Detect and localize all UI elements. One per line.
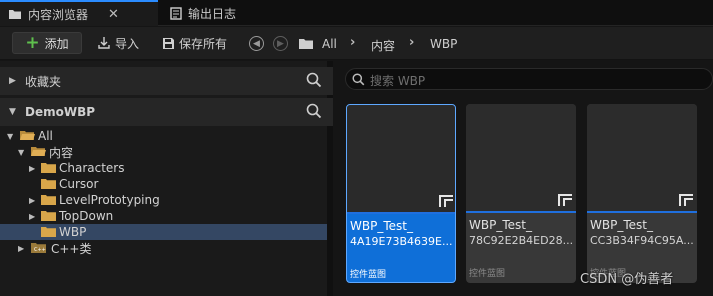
tree-item-content[interactable]: ▼ 内容 [0, 144, 327, 160]
forward-icon[interactable]: ▶ [273, 36, 288, 51]
chevron-right-icon[interactable]: ▶ [18, 244, 24, 253]
asset-type-bar [347, 212, 455, 214]
search-icon [352, 73, 365, 86]
tree-item-cpp-classes[interactable]: ▶ C++ C++类 [0, 240, 327, 256]
search-input[interactable]: 搜索 WBP [345, 68, 713, 90]
tree-label: C++类 [51, 241, 92, 256]
folder-icon [41, 163, 56, 173]
close-icon[interactable]: ✕ [108, 7, 119, 22]
tab-label: 内容浏览器 [28, 7, 89, 22]
chevron-right-icon[interactable]: ▶ [29, 164, 35, 173]
folder-icon [41, 211, 56, 221]
chevron-right-icon[interactable]: › [409, 35, 414, 50]
save-all-label: 保存所有 [179, 36, 228, 51]
add-label: 添加 [44, 36, 69, 51]
chevron-right-icon[interactable]: ▶ [29, 196, 35, 205]
svg-text:C++: C++ [34, 247, 46, 253]
folder-open-icon [20, 131, 35, 140]
asset-name-line2: 4A19E73B4639E... [350, 235, 453, 248]
asset-name: WBP_Test_ [350, 219, 413, 233]
tree-label: Characters [59, 161, 125, 175]
sources-panel: ▶ 收藏夹 ▼ DemoWBP ▼ All ▼ 内容 ▶ Characters … [0, 61, 333, 296]
import-icon [98, 37, 110, 49]
project-header[interactable]: ▼ DemoWBP [0, 98, 333, 126]
tree-item-wbp[interactable]: WBP [0, 224, 327, 240]
output-log-icon [170, 6, 182, 20]
asset-name-line2: 78C92E2B4ED28... [469, 234, 574, 247]
chevron-right-icon[interactable]: ▶ [29, 212, 35, 221]
folder-icon [41, 179, 56, 189]
asset-view: 搜索 WBP WBP_Test_ 4A19E73B4639E... 控件蓝图 W… [339, 61, 713, 296]
tree-item-topdown[interactable]: ▶ TopDown [0, 208, 327, 224]
import-label: 导入 [115, 36, 140, 51]
tree-item-levelprototyping[interactable]: ▶ LevelPrototyping [0, 192, 327, 208]
search-placeholder: 搜索 WBP [370, 74, 426, 88]
tree-item-characters[interactable]: ▶ Characters [0, 160, 327, 176]
breadcrumb-wbp[interactable]: WBP [430, 37, 457, 51]
tree-label: TopDown [59, 209, 114, 223]
folder-icon [299, 39, 313, 49]
breadcrumb-content[interactable]: 内容 [371, 37, 395, 54]
tab-bar: 内容浏览器 ✕ 输出日志 [0, 0, 713, 26]
widget-blueprint-icon [558, 194, 572, 206]
tab-output-log[interactable]: 输出日志 [162, 0, 244, 26]
asset-type-bar [587, 211, 697, 213]
project-title: DemoWBP [25, 105, 96, 119]
save-icon [163, 37, 174, 49]
tree-label: WBP [59, 225, 87, 239]
plus-icon: + [25, 32, 40, 53]
search-icon[interactable] [306, 103, 322, 119]
asset-name-line2: CC3B34F94C95A... [590, 234, 694, 247]
asset-name: WBP_Test_ [590, 218, 653, 232]
widget-blueprint-icon [679, 194, 693, 206]
chevron-down-icon[interactable]: ▼ [18, 148, 24, 157]
chevron-right-icon[interactable]: ▶ [9, 76, 16, 86]
tree-label: 内容 [49, 145, 74, 160]
tree-label: Cursor [59, 177, 99, 191]
search-icon[interactable] [306, 72, 322, 88]
tree-item-cursor[interactable]: Cursor [0, 176, 327, 192]
asset-type-label: 控件蓝图 [469, 269, 506, 279]
tab-label: 输出日志 [188, 6, 237, 21]
back-icon[interactable]: ◀ [249, 36, 264, 51]
asset-name: WBP_Test_ [469, 218, 532, 232]
watermark: CSDN @伪善者 [580, 272, 674, 287]
save-all-button[interactable]: 保存所有 [162, 32, 227, 54]
tree-label: LevelPrototyping [59, 193, 160, 207]
tree-item-all[interactable]: ▼ All [0, 128, 327, 144]
add-button[interactable]: + 添加 [12, 32, 82, 54]
tree-label: All [38, 129, 53, 143]
asset-tile[interactable]: WBP_Test_ CC3B34F94C95A... 控件蓝图 [587, 104, 697, 283]
asset-tile[interactable]: WBP_Test_ 78C92E2B4ED28... 控件蓝图 [466, 104, 576, 283]
import-button[interactable]: 导入 [97, 32, 139, 54]
widget-blueprint-icon [439, 195, 453, 207]
folder-icon [41, 227, 56, 237]
asset-type-bar [466, 211, 576, 213]
content-browser-icon [9, 10, 21, 19]
favorites-header[interactable]: ▶ 收藏夹 [0, 67, 333, 95]
tab-content-browser[interactable]: 内容浏览器 ✕ [0, 0, 158, 26]
breadcrumb-all[interactable]: All [322, 37, 337, 51]
asset-tile[interactable]: WBP_Test_ 4A19E73B4639E... 控件蓝图 [346, 104, 456, 283]
folder-open-icon [31, 147, 46, 156]
chevron-down-icon[interactable]: ▼ [7, 132, 13, 141]
cpp-folder-icon: C++ [31, 243, 46, 253]
toolbar: + 添加 导入 保存所有 ◀ ▶ All › 内容 › WBP [0, 27, 713, 60]
chevron-right-icon[interactable]: › [350, 35, 355, 50]
folder-icon [41, 195, 56, 205]
chevron-down-icon[interactable]: ▼ [9, 107, 16, 117]
favorites-title: 收藏夹 [25, 74, 62, 89]
asset-type-label: 控件蓝图 [350, 270, 387, 280]
